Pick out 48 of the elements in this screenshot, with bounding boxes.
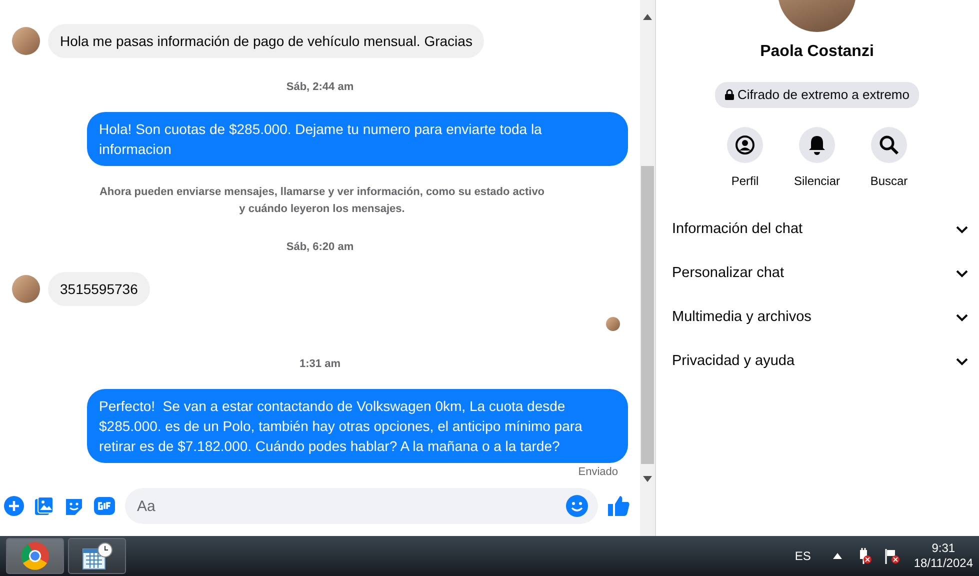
image-icon[interactable] bbox=[34, 496, 54, 516]
avatar-photo bbox=[12, 27, 40, 55]
section-toggle[interactable]: Personalizar chat bbox=[656, 252, 978, 296]
message-input[interactable]: Aa bbox=[125, 488, 598, 524]
search-icon bbox=[879, 134, 899, 154]
message-bubble: Hola me pasas información de pago de vehículo mensual. Gracias bbox=[48, 24, 484, 58]
clock-date[interactable]: 18/11/2024 bbox=[914, 556, 973, 571]
tray-expand-icon[interactable] bbox=[832, 553, 842, 559]
message-bubble: 3515595736 bbox=[48, 272, 150, 306]
message-bubble: Hola! Son cuotas de $285.000. Dejame tu numero para enviarte toda la informacion bbox=[87, 112, 628, 166]
timestamp: Sáb, 2:44 am bbox=[285, 80, 355, 94]
flag-warning-icon[interactable] bbox=[884, 548, 900, 564]
clock-time[interactable]: 9:31 bbox=[932, 541, 956, 556]
scroll-down-arrow-icon[interactable] bbox=[643, 476, 652, 482]
plus-icon[interactable] bbox=[4, 496, 24, 516]
read-receipt-avatar bbox=[606, 317, 620, 331]
scroll-up-arrow-icon[interactable] bbox=[643, 14, 652, 20]
chevron-icon bbox=[956, 270, 968, 278]
bell-icon bbox=[808, 134, 826, 154]
section-toggle[interactable]: Privacidad y ayuda bbox=[656, 340, 978, 384]
encryption-label: Cifrado de extremo a extremo bbox=[738, 86, 910, 104]
avatar-photo bbox=[12, 275, 40, 303]
profile-action-button[interactable]: Perfil bbox=[717, 126, 773, 190]
info-notice: Ahora pueden enviarse mensajes, llamarse y ver información, como su estado activo y cuándo leyeron los mensajes. bbox=[98, 185, 546, 217]
lock-icon bbox=[724, 89, 734, 100]
emoji-icon[interactable] bbox=[566, 495, 588, 517]
profile-icon bbox=[735, 134, 755, 154]
profile-action-button[interactable]: Buscar bbox=[861, 126, 917, 190]
calendar-clock-icon bbox=[81, 541, 113, 571]
section-toggle[interactable]: Multimedia y archivos bbox=[656, 296, 978, 340]
browser-icon bbox=[20, 541, 50, 571]
timestamp: Sáb, 6:20 am bbox=[285, 240, 355, 254]
sent-status: Enviado bbox=[577, 465, 618, 479]
timestamp: 1:31 am bbox=[298, 357, 342, 371]
thumbs-up-icon[interactable] bbox=[608, 495, 630, 517]
taskbar-app-button[interactable] bbox=[68, 538, 126, 574]
profile-name: Paola Costanzi bbox=[760, 42, 874, 62]
chevron-icon bbox=[956, 226, 968, 234]
profile-action-button[interactable]: Silenciar bbox=[789, 126, 845, 190]
message-bubble: Perfecto! Se van a estar contactando de Volkswagen 0km, La cuota desde $285.000. es de un Polo, también hay otras opciones, el anticipo mínimo para retirar es de $7.182.000. Cuándo podes hablar? A la mañana o a la tarde? bbox=[87, 389, 628, 463]
chevron-icon bbox=[956, 358, 968, 366]
sticker-icon[interactable] bbox=[64, 496, 84, 516]
section-toggle[interactable]: Información del chat bbox=[656, 208, 978, 252]
gif-icon[interactable] bbox=[94, 496, 115, 516]
language-indicator[interactable]: ES bbox=[794, 547, 811, 565]
chevron-icon bbox=[956, 314, 968, 322]
taskbar-app-button[interactable] bbox=[6, 538, 64, 574]
scrollbar[interactable] bbox=[640, 0, 655, 536]
